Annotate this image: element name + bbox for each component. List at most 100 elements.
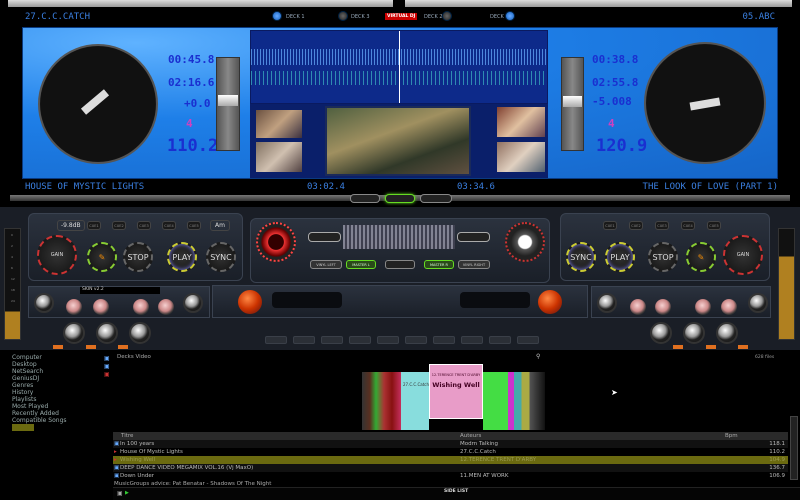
deck4-power-icon[interactable] xyxy=(505,11,515,21)
table-row[interactable]: ▣ In 100 years Modrn Talking 118.1 xyxy=(113,440,788,448)
slider-handle[interactable] xyxy=(218,95,238,106)
right-stop-button[interactable]: STOP xyxy=(648,242,678,272)
search-user-icon[interactable]: ⚲ xyxy=(536,353,540,360)
tree-item-most-played[interactable]: Most Played xyxy=(12,403,48,410)
sampler-pad[interactable] xyxy=(433,336,455,344)
left-cue-4[interactable]: CUE4 xyxy=(162,221,176,230)
right-cue-2[interactable]: CUE2 xyxy=(629,221,643,230)
right-fx-knob-1[interactable] xyxy=(597,293,617,313)
right-eq-low[interactable] xyxy=(716,322,738,344)
left-cue-1[interactable]: CUE1 xyxy=(87,221,101,230)
sampler-pad[interactable] xyxy=(489,336,511,344)
right-fx-knob-6[interactable] xyxy=(748,293,768,313)
view-button-2[interactable] xyxy=(385,194,415,203)
folder-icon[interactable]: ▣ xyxy=(104,355,112,363)
tree-item-playlists[interactable]: Playlists xyxy=(12,396,36,403)
master1-button[interactable]: MASTER L xyxy=(346,260,376,269)
left-jog-led[interactable] xyxy=(256,222,296,262)
right-sync-button[interactable]: SYNC xyxy=(566,242,596,272)
right-video-thumb-1[interactable] xyxy=(497,107,545,137)
deck1-power-icon[interactable] xyxy=(272,11,282,21)
right-pitch-slider[interactable] xyxy=(561,57,584,151)
left-effect-name[interactable]: SKIN v2.2 xyxy=(80,287,160,294)
left-fx-knob-3[interactable] xyxy=(93,299,109,315)
right-fx-knob-3[interactable] xyxy=(655,299,671,315)
vinyl-right-button[interactable]: VINYL RIGHT xyxy=(458,260,490,269)
deck1-label[interactable]: DECK 1 xyxy=(286,14,305,20)
right-fx-knob-2[interactable] xyxy=(630,299,646,315)
right-cue-5[interactable]: CUE5 xyxy=(707,221,721,230)
table-scrollbar[interactable] xyxy=(790,416,798,480)
right-gain-knob[interactable]: GAIN xyxy=(723,235,763,275)
sampler-pad[interactable] xyxy=(405,336,427,344)
column-artist[interactable]: Auteurs xyxy=(460,432,481,440)
table-row[interactable]: ▣ Down Under 11.MEN AT WORK 106.9 xyxy=(113,472,788,480)
right-play-button[interactable]: PLAY xyxy=(605,242,635,272)
left-sampler-volume[interactable] xyxy=(238,290,262,314)
left-play-button[interactable]: PLAY xyxy=(167,242,197,272)
left-eq-low[interactable] xyxy=(129,322,151,344)
view-button-1[interactable] xyxy=(350,194,380,203)
deck2-label[interactable]: DECK 2 xyxy=(424,14,443,20)
side-list-label[interactable]: SIDE LIST xyxy=(444,489,468,494)
sampler-pad[interactable] xyxy=(461,336,483,344)
sampler-pad[interactable] xyxy=(293,336,315,344)
sampler-pad[interactable] xyxy=(517,336,539,344)
tree-item-desktop[interactable]: Desktop xyxy=(12,361,37,368)
sampler-pad[interactable] xyxy=(377,336,399,344)
right-fx-knob-5[interactable] xyxy=(721,299,737,315)
right-eq-kill-2[interactable] xyxy=(706,345,716,349)
right-eq-mid[interactable] xyxy=(683,322,705,344)
right-cue-3[interactable]: CUE3 xyxy=(655,221,669,230)
left-key-label[interactable]: Am xyxy=(210,220,230,231)
master2-button[interactable]: MASTER R xyxy=(424,260,454,269)
left-gain-knob[interactable]: GAIN xyxy=(37,235,77,275)
left-channel-fader[interactable] xyxy=(308,232,341,242)
left-video-thumb-1[interactable] xyxy=(256,110,302,138)
sampler-pad[interactable] xyxy=(349,336,371,344)
right-sampler-volume[interactable] xyxy=(538,290,562,314)
view-button-3[interactable] xyxy=(420,194,452,203)
sidelist-icon[interactable]: ▣ xyxy=(117,490,123,497)
tree-item-geniusdj[interactable]: GeniusDJ xyxy=(12,375,39,382)
deck3-label[interactable]: DECK 3 xyxy=(351,14,370,20)
sampler-pad[interactable] xyxy=(321,336,343,344)
tree-item-genres[interactable]: Genres xyxy=(12,382,33,389)
left-cue-3[interactable]: CUE3 xyxy=(137,221,151,230)
folder-icon[interactable]: ▣ xyxy=(104,371,112,379)
tree-item-compatible-songs[interactable]: Compatible Songs xyxy=(12,417,67,424)
tree-item-computer[interactable]: Computer xyxy=(12,354,42,361)
left-eq-high[interactable] xyxy=(63,322,85,344)
right-eq-kill-1[interactable] xyxy=(673,345,683,349)
left-fx-knob-5[interactable] xyxy=(158,299,174,315)
left-fx-knob-2[interactable] xyxy=(66,299,82,315)
left-eq-kill-1[interactable] xyxy=(53,345,63,349)
left-fx-knob-6[interactable] xyxy=(183,293,203,313)
left-stop-button[interactable]: STOP xyxy=(123,242,153,272)
left-eq-kill-3[interactable] xyxy=(118,345,128,349)
tree-item-recently-added[interactable]: Recently Added xyxy=(12,410,59,417)
right-video-thumb-2[interactable] xyxy=(497,142,545,172)
left-fx-knob-4[interactable] xyxy=(133,299,149,315)
play-small-icon[interactable]: ▶ xyxy=(125,490,129,496)
coverflow[interactable]: 27.C.C.Catch 12.TERENCE TRENT D'ARBY Wis… xyxy=(362,364,547,430)
left-cue-5[interactable]: CUE5 xyxy=(187,221,201,230)
left-fx-knob-1[interactable] xyxy=(34,293,54,313)
tree-item-netsearch[interactable]: NetSearch xyxy=(12,368,43,375)
tree-item-sidelist[interactable]: Sidelist xyxy=(12,424,34,431)
right-channel-fader[interactable] xyxy=(457,232,490,242)
left-eq-kill-2[interactable] xyxy=(86,345,96,349)
deck2-power-icon[interactable] xyxy=(442,11,452,21)
left-video-thumb-2[interactable] xyxy=(256,142,302,172)
tree-item-history[interactable]: History xyxy=(12,389,33,396)
right-jog-led[interactable] xyxy=(505,222,545,262)
deck3-power-icon[interactable] xyxy=(338,11,348,21)
right-cue-4[interactable]: CUE4 xyxy=(681,221,695,230)
left-loop-button[interactable]: ✎ xyxy=(87,242,117,272)
folder-icon[interactable]: ▣ xyxy=(104,363,112,371)
left-cue-2[interactable]: CUE2 xyxy=(112,221,126,230)
cover-center[interactable]: 12.TERENCE TRENT D'ARBY Wishing Well xyxy=(429,364,483,419)
slider-handle[interactable] xyxy=(563,96,582,107)
left-eq-mid[interactable] xyxy=(96,322,118,344)
left-sync-button[interactable]: SYNC xyxy=(206,242,236,272)
